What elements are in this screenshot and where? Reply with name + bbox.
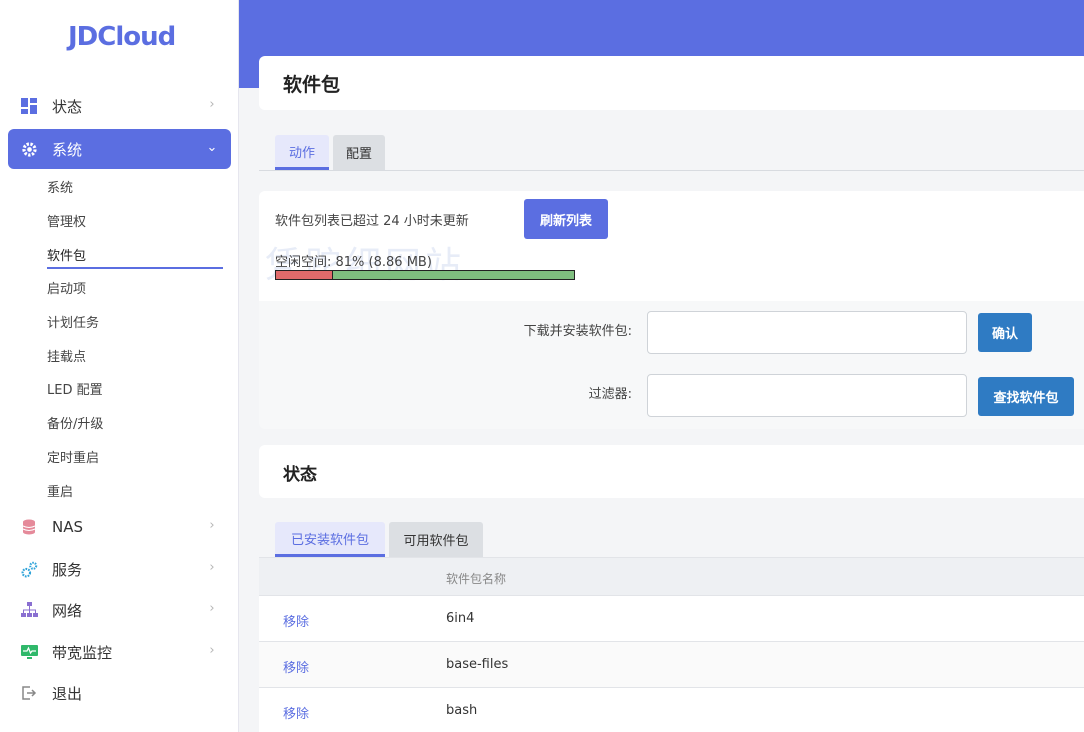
package-name: 6in4: [446, 611, 475, 626]
subnav-reboot[interactable]: 重启: [47, 481, 73, 500]
subnav-software[interactable]: 软件包: [47, 245, 86, 264]
table-row: 移除 bash: [259, 687, 1084, 732]
subnav-scheduled-tasks[interactable]: 计划任务: [47, 312, 99, 331]
chevron-right-icon: ›: [209, 560, 215, 575]
gears-icon: [20, 560, 38, 578]
sidebar-item-label: 退出: [52, 684, 83, 703]
remove-link[interactable]: 移除: [283, 703, 309, 722]
remove-link[interactable]: 移除: [283, 611, 309, 630]
status-title-card: 状态: [259, 445, 1084, 498]
refresh-list-button[interactable]: 刷新列表: [524, 199, 608, 239]
used-space-fill: [276, 271, 333, 279]
confirm-button[interactable]: 确认: [978, 313, 1032, 352]
status-title: 状态: [283, 465, 317, 485]
sidebar-item-status[interactable]: 状态 ›: [8, 86, 231, 126]
database-icon: [20, 518, 38, 536]
table-row: 移除 base-files: [259, 641, 1084, 687]
update-notice: 软件包列表已超过 24 小时未更新: [275, 214, 469, 229]
free-space-text: 空闲空间: 81% (8.86 MB): [275, 255, 432, 270]
logout-icon: [20, 684, 38, 702]
sidebar-item-system[interactable]: 系统 ⌄: [8, 129, 231, 169]
sidebar-item-services[interactable]: 服务 ›: [8, 549, 231, 589]
sidebar-item-nas[interactable]: NAS ›: [8, 507, 231, 547]
dashboard-icon: [20, 97, 38, 115]
sidebar-item-label: 系统: [52, 140, 83, 159]
sidebar-item-label: 带宽监控: [52, 643, 113, 662]
monitor-icon: [20, 643, 38, 661]
title-card: 软件包: [259, 56, 1084, 110]
sidebar-item-network[interactable]: 网络 ›: [8, 590, 231, 630]
subnav-backup[interactable]: 备份/升级: [47, 413, 103, 432]
sidebar-item-label: 网络: [52, 601, 83, 620]
sidebar-item-label: 状态: [52, 97, 83, 116]
tab-actions[interactable]: 动作: [275, 135, 329, 170]
page-title: 软件包: [283, 74, 341, 96]
download-label: 下载并安装软件包:: [523, 324, 632, 339]
table-row: 移除 6in4: [259, 595, 1084, 641]
package-name: bash: [446, 703, 478, 718]
subnav-led[interactable]: LED 配置: [47, 379, 103, 398]
filter-input[interactable]: [647, 374, 967, 417]
tab-divider: [259, 170, 1084, 171]
sidebar-item-label: NAS: [52, 518, 84, 536]
chevron-down-icon: ⌄: [206, 140, 218, 155]
download-package-input[interactable]: [647, 311, 967, 354]
find-package-button[interactable]: 查找软件包: [978, 377, 1074, 416]
sidebar-item-bandwidth[interactable]: 带宽监控 ›: [8, 632, 231, 672]
chevron-right-icon: ›: [209, 601, 215, 616]
tab-available-packages[interactable]: 可用软件包: [389, 522, 483, 557]
tab-installed-packages[interactable]: 已安装软件包: [275, 522, 385, 557]
gear-icon: [20, 140, 38, 158]
subnav-mount-points[interactable]: 挂载点: [47, 346, 86, 365]
brand-logo[interactable]: JDCloud: [68, 22, 176, 52]
chevron-right-icon: ›: [209, 643, 215, 658]
network-icon: [20, 601, 38, 619]
package-name: base-files: [446, 657, 509, 672]
active-underline: [47, 267, 223, 269]
subnav-admin[interactable]: 管理权: [47, 211, 86, 230]
column-header-package-name: 软件包名称: [446, 572, 507, 586]
remove-link[interactable]: 移除: [283, 657, 309, 676]
tab-configuration[interactable]: 配置: [333, 135, 385, 170]
sidebar-item-label: 服务: [52, 560, 83, 579]
filter-label: 过滤器:: [588, 387, 632, 402]
table-header: 软件包名称: [259, 557, 1084, 595]
chevron-right-icon: ›: [209, 97, 215, 112]
sidebar: JDCloud 状态 › 系统 ⌄ 系统 管理权 软件包 启动项 计划任务 挂载…: [0, 0, 239, 732]
free-space-bar: [275, 270, 575, 280]
chevron-right-icon: ›: [209, 518, 215, 533]
subnav-system[interactable]: 系统: [47, 177, 73, 196]
subnav-timed-reboot[interactable]: 定时重启: [47, 447, 99, 466]
sidebar-item-logout[interactable]: 退出: [8, 673, 231, 713]
subnav-startup[interactable]: 启动项: [47, 278, 86, 297]
